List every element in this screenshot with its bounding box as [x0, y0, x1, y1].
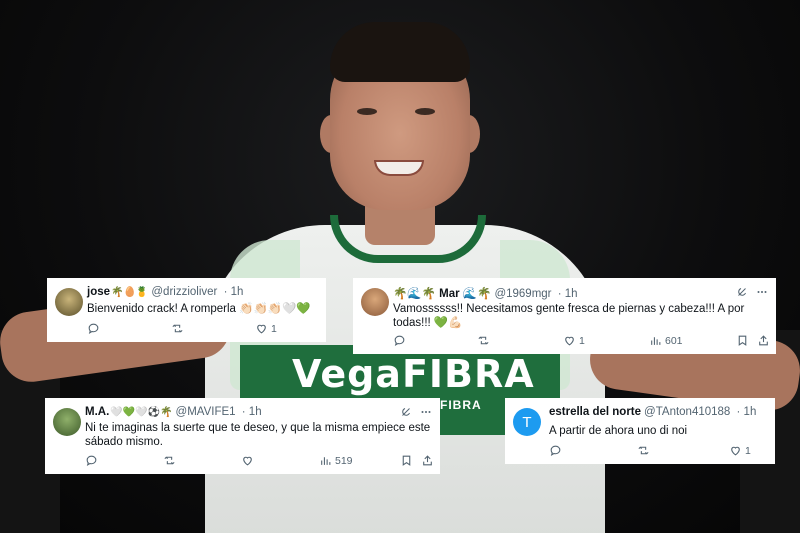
avatar[interactable]: [53, 408, 81, 436]
action-bar: 1: [87, 322, 322, 336]
reply-button[interactable]: [87, 322, 100, 335]
like-button[interactable]: 1: [255, 322, 277, 335]
jersey-sponsor: VegaFIBRA: [292, 352, 535, 396]
name-emojis: 🌴🥚🍍: [111, 287, 149, 298]
reply-button[interactable]: [549, 444, 562, 457]
avatar-letter: T: [522, 413, 532, 431]
views-count: 519: [335, 454, 353, 467]
like-button[interactable]: [241, 454, 254, 467]
tweet-card-jose[interactable]: jose🌴🥚🍍 @drizzioliver · 1h Bienvenido cra…: [47, 278, 326, 342]
like-button[interactable]: 1: [563, 334, 585, 347]
like-count: 1: [745, 444, 751, 457]
reply-icon: [394, 335, 405, 347]
avatar[interactable]: [361, 288, 389, 316]
jersey-collar: [330, 215, 486, 263]
author-handle[interactable]: @TAnton410188: [644, 406, 730, 418]
author-handle[interactable]: @drizzioliver: [151, 286, 217, 298]
bookmark-button[interactable]: [736, 334, 749, 347]
avatar[interactable]: T: [513, 408, 541, 436]
repost-button[interactable]: [477, 334, 490, 347]
player-hair: [330, 22, 470, 82]
timestamp[interactable]: · 1h: [242, 406, 262, 418]
tweet-text: A partir de ahora uno di noi: [549, 425, 688, 437]
player-eye-right: [415, 108, 435, 115]
timestamp[interactable]: · 1h: [224, 286, 244, 298]
reply-button[interactable]: [393, 334, 406, 347]
author-name[interactable]: 🌴🌊🌴 Mar 🌊🌴: [393, 288, 491, 300]
bookmark-button[interactable]: [400, 454, 413, 467]
player-eye-left: [357, 108, 377, 115]
bookmark-icon: [402, 455, 411, 466]
views-button[interactable]: 601: [649, 334, 683, 347]
views-chart-icon: [321, 457, 331, 465]
reply-icon: [88, 323, 99, 335]
reply-icon: [86, 455, 97, 467]
views-count: 601: [665, 334, 683, 347]
views-chart-icon: [651, 337, 661, 345]
more-icon[interactable]: [756, 286, 768, 298]
share-icon: [423, 455, 432, 466]
heart-icon: [243, 456, 252, 466]
heart-icon: [257, 324, 266, 334]
tweet-text: Vamossssss!! Necesitamos gente fresca de…: [393, 303, 745, 329]
tweet-card-ma[interactable]: M.A.🤍💚🤍⚽🌴 @MAVIFE1 · 1h Ni te imaginas la…: [45, 398, 440, 474]
reply-icon: [550, 445, 561, 457]
tweet-text: Ni te imaginas la suerte que te deseo, y…: [85, 422, 431, 448]
more-icon[interactable]: [420, 406, 432, 418]
reply-button[interactable]: [85, 454, 98, 467]
author-name[interactable]: estrella del norte: [549, 406, 641, 418]
views-button[interactable]: 519: [319, 454, 353, 467]
like-count: 1: [271, 322, 277, 335]
action-bar: 1 601: [393, 334, 768, 348]
share-button[interactable]: [421, 454, 434, 467]
repost-icon: [172, 324, 183, 333]
author-name[interactable]: jose: [87, 286, 110, 298]
jersey-sponsor-sub: FIBRA: [440, 398, 482, 412]
repost-button[interactable]: [171, 322, 184, 335]
repost-icon: [164, 456, 175, 465]
like-button[interactable]: 1: [729, 444, 751, 457]
avatar[interactable]: [55, 288, 83, 316]
tweet-card-mar[interactable]: 🌴🌊🌴 Mar 🌊🌴 @1969mgr · 1h Vamossssss!! Nec…: [353, 278, 776, 354]
timestamp[interactable]: · 1h: [737, 406, 757, 418]
repost-button[interactable]: [163, 454, 176, 467]
action-bar: 519: [85, 454, 435, 468]
share-icon: [759, 335, 768, 346]
repost-icon: [478, 336, 489, 345]
author-name[interactable]: M.A.: [85, 406, 109, 418]
author-handle[interactable]: @1969mgr: [494, 288, 551, 300]
tweet-text: Bienvenido crack! A romperla 👏🏻👏🏻👏🏻🤍💚: [87, 303, 311, 315]
timestamp[interactable]: · 1h: [558, 288, 578, 300]
repost-icon: [638, 446, 649, 455]
author-handle[interactable]: @MAVIFE1: [176, 406, 236, 418]
heart-icon: [565, 336, 574, 346]
repost-button[interactable]: [637, 444, 650, 457]
tweet-card-estrella[interactable]: T estrella del norte @TAnton410188 · 1h A…: [505, 398, 775, 464]
bookmark-icon: [738, 335, 747, 346]
action-bar: 1: [549, 444, 769, 458]
grok-icon[interactable]: [736, 286, 748, 298]
like-count: 1: [579, 334, 585, 347]
grok-icon[interactable]: [400, 406, 412, 418]
heart-icon: [731, 446, 740, 456]
name-emojis: 🤍💚🤍⚽🌴: [110, 407, 173, 418]
share-button[interactable]: [757, 334, 770, 347]
